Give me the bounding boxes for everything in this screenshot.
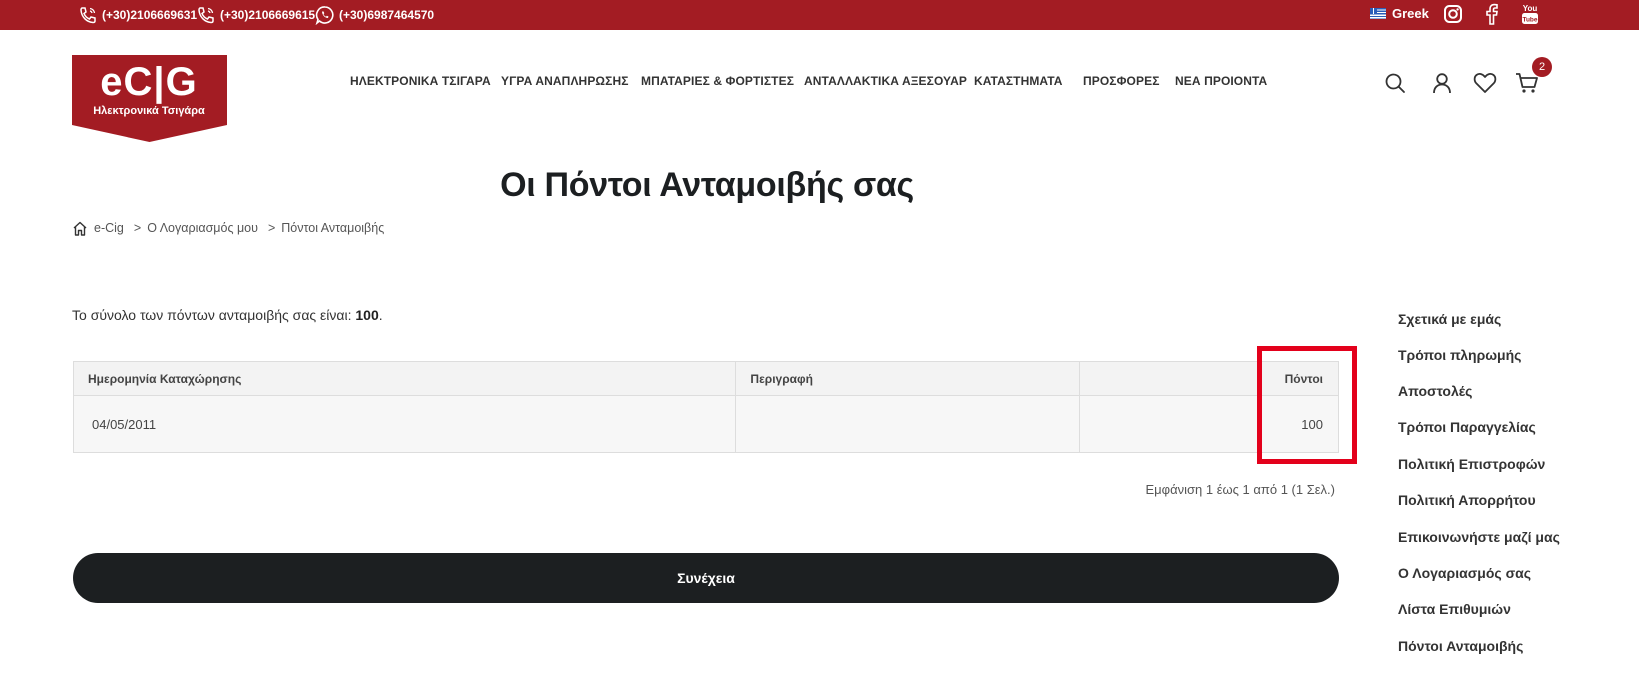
points-total-text: Το σύνολο των πόντων ανταμοιβής σας είνα…	[72, 307, 383, 323]
svg-text:Tube: Tube	[1522, 17, 1537, 24]
column-header-date: Ημερομηνία Καταχώρησης	[72, 361, 737, 396]
home-icon[interactable]	[72, 221, 88, 236]
column-header-points: Πόντοι	[1257, 361, 1340, 396]
nav-item-new-products[interactable]: ΝΕΑ ΠΡΟΙΟΝΤΑ	[1175, 74, 1267, 88]
youtube-link[interactable]: Tube You	[1518, 2, 1542, 26]
site-logo[interactable]: eC|G Ηλεκτρονικά Τσιγάρα	[72, 55, 227, 142]
sidebar-item-return-policy[interactable]: Πολιτική Επιστροφών	[1398, 456, 1545, 472]
svg-text:Ηλεκτρονικά Τσιγάρα: Ηλεκτρονικά Τσιγάρα	[93, 105, 205, 117]
pagination-info: Εμφάνιση 1 έως 1 από 1 (1 Σελ.)	[1145, 482, 1335, 497]
cell-description	[735, 395, 1081, 453]
reward-points-table: Ημερομηνία Καταχώρησης Περιγραφή Πόντοι …	[72, 361, 1340, 453]
phone-number: (+30)2106669631	[102, 8, 198, 22]
search-button[interactable]	[1382, 70, 1408, 96]
youtube-icon: Tube You	[1522, 4, 1538, 24]
phone-link-1[interactable]: (+30)2106669631	[78, 5, 197, 25]
heart-icon	[1473, 73, 1497, 93]
breadcrumb-separator: >	[267, 221, 276, 235]
column-header-empty	[1079, 361, 1259, 396]
table-row: 04/05/2011 100	[72, 395, 1340, 453]
nav-item-spare-parts[interactable]: ΑΝΤΑΛΛΑΚΤΙΚΑ ΑΞΕΣΟΥΑΡ	[804, 74, 967, 88]
nav-item-offers[interactable]: ΠΡΟΣΦΟΡΕΣ	[1083, 74, 1160, 88]
continue-button[interactable]: Συνέχεια	[73, 553, 1339, 603]
points-total-value: 100	[355, 307, 379, 323]
phone-number: (+30)2106669615	[220, 8, 316, 22]
page-title: Οι Πόντοι Ανταμοιβής σας	[500, 166, 914, 204]
whatsapp-icon	[315, 6, 334, 25]
language-selector[interactable]: Greek	[1370, 6, 1429, 21]
phone-icon	[198, 7, 214, 24]
phone-number: (+30)6987464570	[339, 8, 435, 22]
user-icon	[1433, 73, 1451, 94]
sidebar-item-wishlist[interactable]: Λίστα Επιθυμιών	[1398, 601, 1511, 617]
wishlist-button[interactable]	[1472, 70, 1498, 96]
breadcrumb: e-Cig > Ο Λογαριασμός μου > Πόντοι Ανταμ…	[72, 219, 384, 237]
column-header-description: Περιγραφή	[735, 361, 1081, 396]
phone-icon	[80, 7, 96, 24]
cell-extra	[1079, 395, 1259, 453]
breadcrumb-current: Πόντοι Ανταμοιβής	[281, 221, 385, 235]
facebook-link[interactable]	[1480, 2, 1504, 26]
nav-item-refill-liquids[interactable]: ΥΓΡΑ ΑΝΑΠΛΗΡΩΣΗΣ	[501, 74, 629, 88]
language-label: Greek	[1392, 6, 1429, 21]
sidebar-item-payment-methods[interactable]: Τρόποι πληρωμής	[1398, 347, 1521, 363]
points-total-label: Το σύνολο των πόντων ανταμοιβής σας είνα…	[72, 307, 352, 323]
cell-points: 100	[1257, 395, 1340, 453]
breadcrumb-link-account[interactable]: Ο Λογαριασμός μου	[147, 221, 258, 235]
cart-count-badge: 2	[1532, 57, 1552, 77]
breadcrumb-link-home[interactable]: e-Cig	[94, 221, 124, 235]
sidebar-item-shipping[interactable]: Αποστολές	[1398, 383, 1472, 399]
flag-icon	[1370, 8, 1386, 19]
sidebar-item-account[interactable]: Ο Λογαριασμός σας	[1398, 565, 1531, 581]
phone-link-2[interactable]: (+30)2106669615	[196, 5, 315, 25]
whatsapp-link[interactable]: (+30)6987464570	[315, 5, 434, 25]
cart-icon	[1516, 73, 1538, 93]
top-bar: (+30)2106669631 (+30)2106669615 (+30)698…	[0, 0, 1639, 30]
cell-date: 04/05/2011	[72, 395, 737, 453]
account-button[interactable]	[1429, 70, 1455, 96]
instagram-icon	[1444, 5, 1462, 23]
sidebar-item-ordering-methods[interactable]: Τρόποι Παραγγελίας	[1398, 419, 1536, 435]
sidebar-item-contact[interactable]: Επικοινωνήστε μαζί μας	[1398, 529, 1560, 545]
search-icon	[1385, 73, 1405, 93]
svg-text:eC|G: eC|G	[100, 60, 197, 104]
svg-text:You: You	[1523, 4, 1538, 13]
sidebar-item-about[interactable]: Σχετικά με εμάς	[1398, 311, 1501, 327]
nav-item-electronic-cigarettes[interactable]: ΗΛΕΚΤΡΟΝΙΚΑ ΤΣΙΓΑΡΑ	[350, 74, 491, 88]
nav-item-batteries-chargers[interactable]: ΜΠΑΤΑΡΙΕΣ & ΦΟΡΤΙΣΤΕΣ	[641, 74, 794, 88]
instagram-link[interactable]	[1441, 2, 1465, 26]
facebook-icon	[1486, 3, 1498, 25]
sidebar-item-privacy-policy[interactable]: Πολιτική Απορρήτου	[1398, 492, 1536, 508]
table-header-row: Ημερομηνία Καταχώρησης Περιγραφή Πόντοι	[72, 361, 1340, 396]
nav-item-stores[interactable]: ΚΑΤΑΣΤΗΜΑΤΑ	[974, 74, 1063, 88]
sidebar-item-reward-points[interactable]: Πόντοι Ανταμοιβής	[1398, 638, 1523, 654]
points-total-suffix: .	[378, 307, 383, 323]
breadcrumb-separator: >	[133, 221, 142, 235]
